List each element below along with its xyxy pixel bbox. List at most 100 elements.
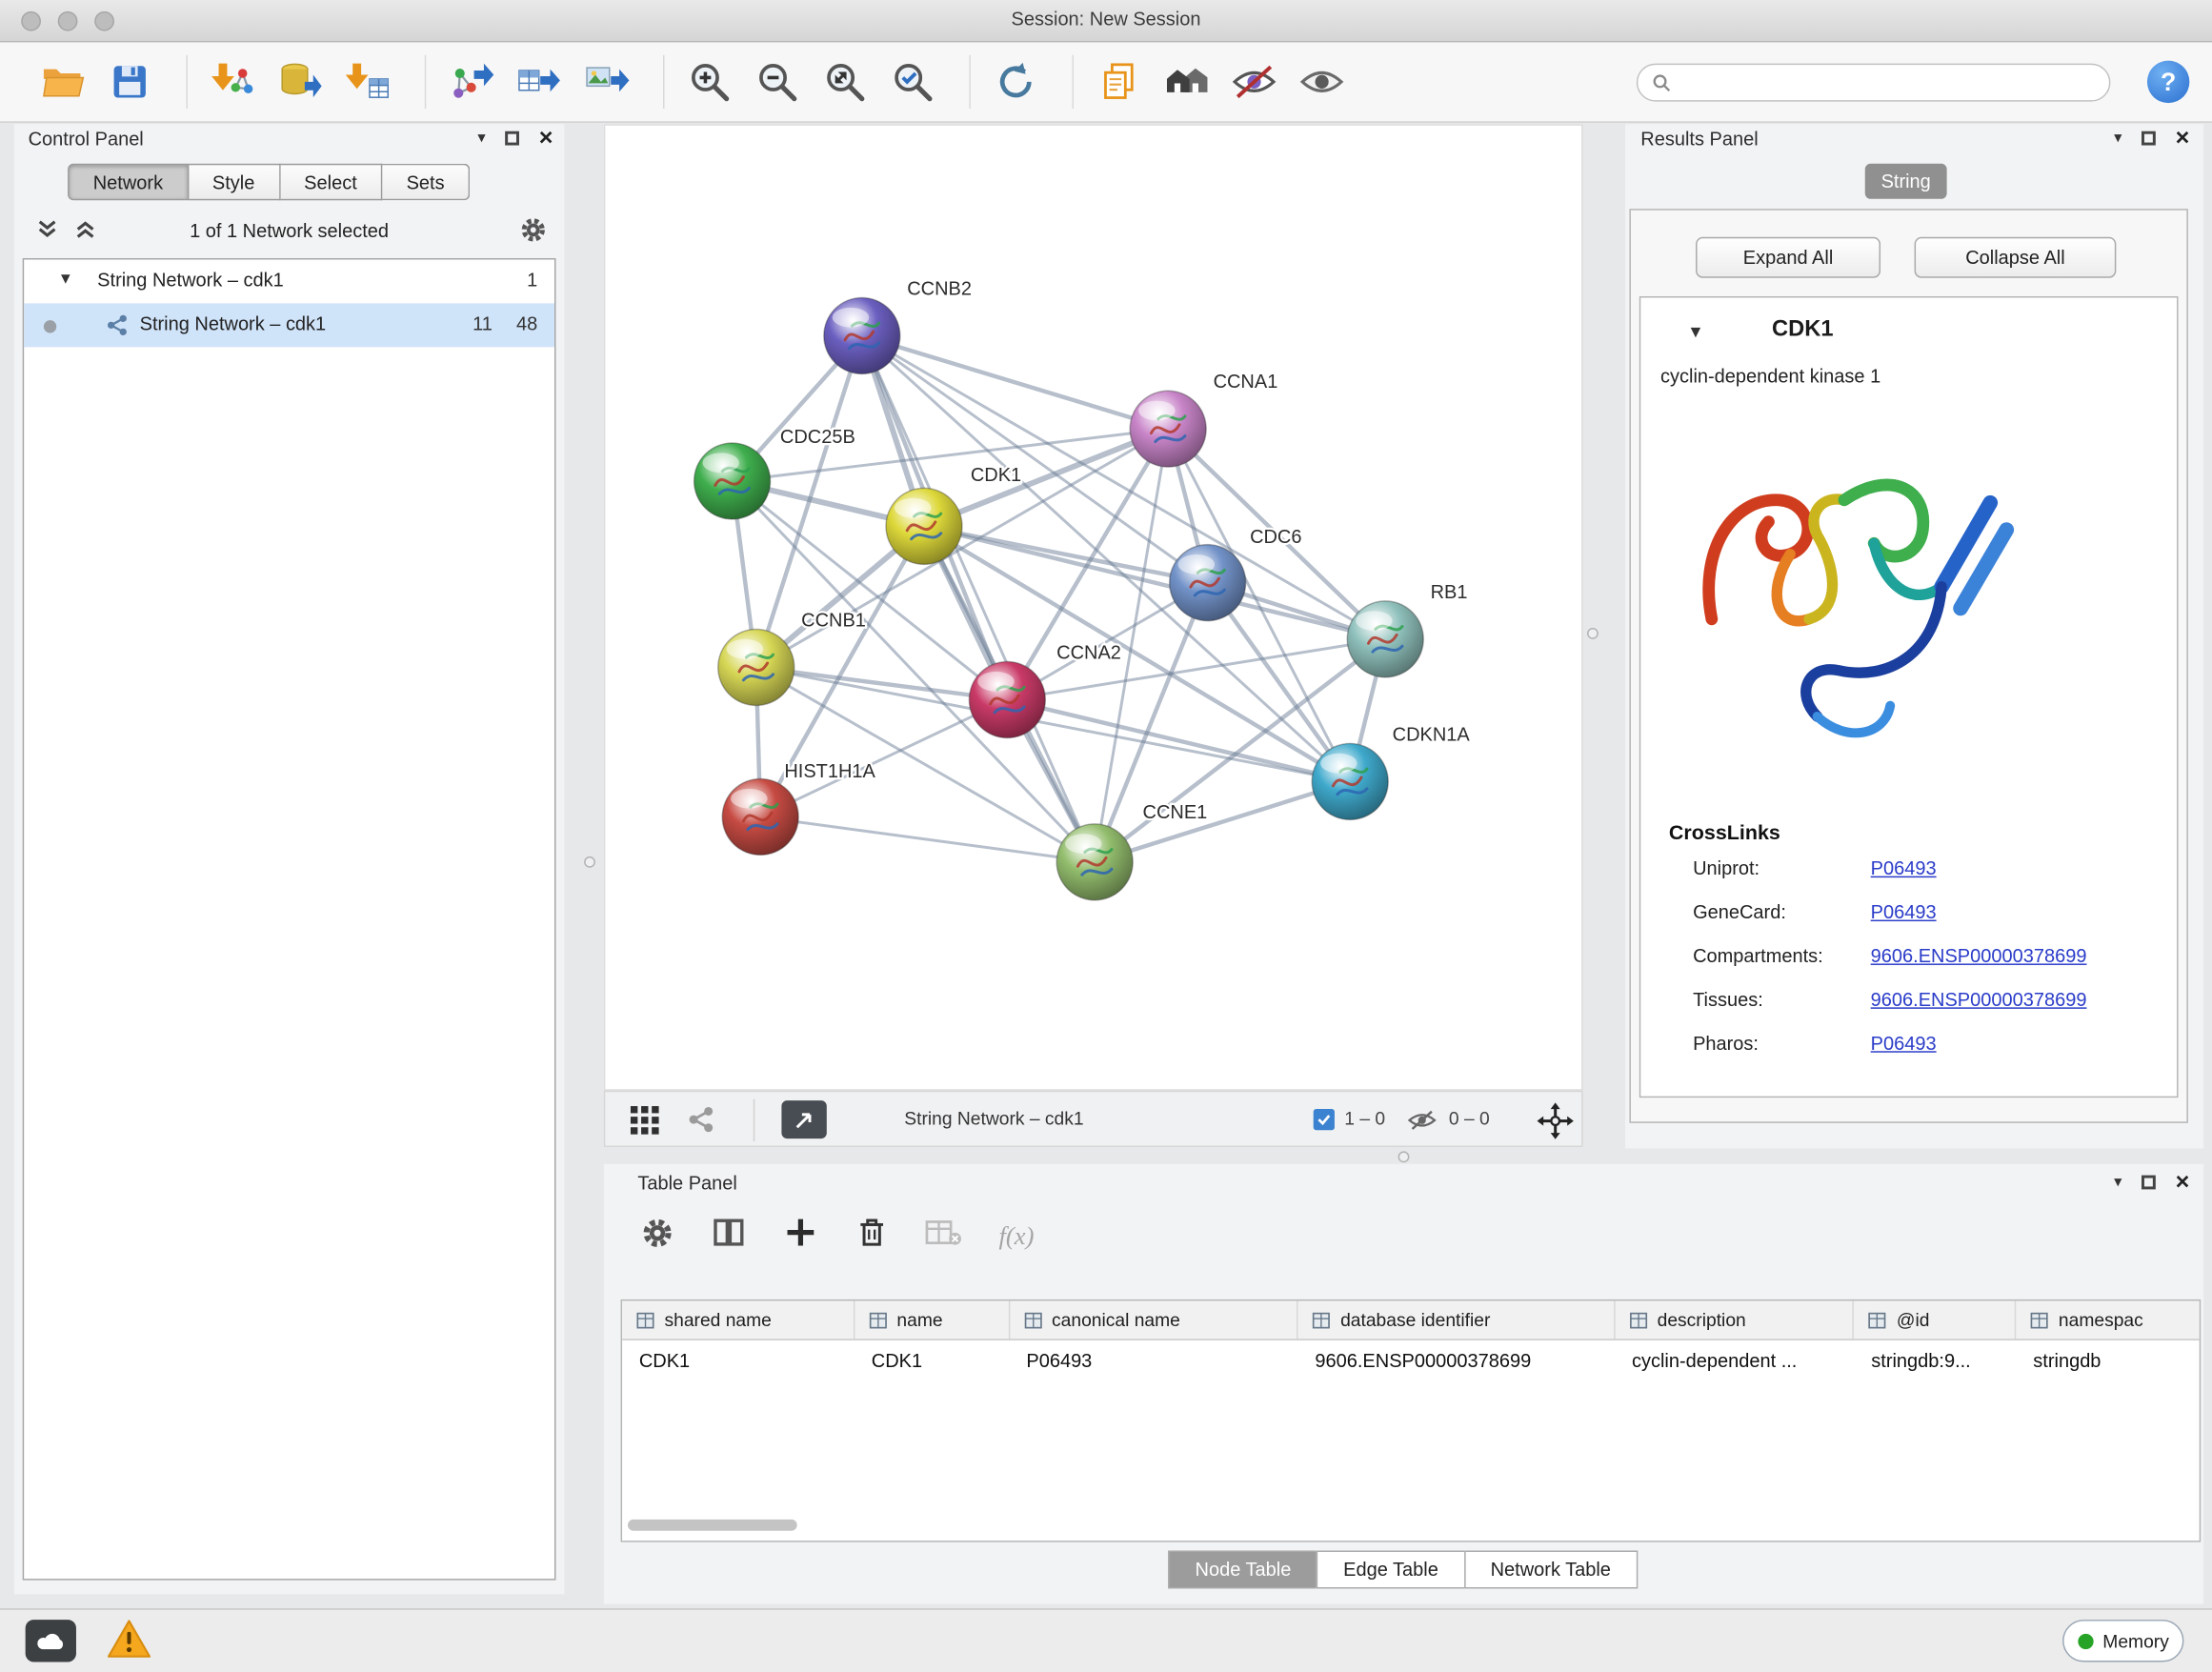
import-network-from-database-button[interactable] [275,52,326,111]
add-row-plus-icon[interactable] [783,1215,818,1257]
collapse-all-button[interactable]: Collapse All [1915,237,2117,278]
panel-menu-icon[interactable]: ▾ [477,131,485,146]
import-network-from-file-button[interactable] [208,52,258,111]
expand-all-button[interactable]: Expand All [1696,237,1880,278]
birdseye-view-button[interactable] [781,1100,826,1138]
column-header[interactable]: description [1615,1300,1854,1339]
apply-preferred-layout-button[interactable] [991,52,1041,111]
crosslink-label: GeneCard: [1693,901,1786,922]
control-panel-tabs: Network Style Select Sets [68,164,470,201]
hidden-elements-icon[interactable] [1405,1105,1439,1143]
tab-network[interactable]: Network [68,164,189,201]
table-cell: stringdb:9... [1855,1340,2017,1380]
export-network-button[interactable] [446,52,496,111]
table-panel-tabs: Node Table Edge Table Network Table [604,1551,2203,1589]
zoom-in-button[interactable] [684,52,734,111]
horizontal-scrollbar-thumb[interactable] [628,1520,797,1531]
panel-menu-icon[interactable]: ▾ [2114,131,2122,146]
crosslink-link[interactable]: 9606.ENSP00000378699 [1871,989,2087,1010]
network-selection-status: 1 of 1 Network selected [14,220,565,241]
tab-string-label: String [1881,171,1931,191]
selected-nodes-checkbox[interactable] [1314,1109,1335,1130]
tab-edge-table[interactable]: Edge Table [1317,1551,1465,1589]
panel-close-icon[interactable]: × [2176,130,2190,147]
right-splitter-handle[interactable] [1587,628,1599,639]
pan-crosshair-icon[interactable] [1537,1102,1575,1147]
gene-disclosure-triangle-icon[interactable]: ▼ [1687,322,1704,342]
disclosure-triangle-icon[interactable]: ▼ [58,271,73,288]
bottom-splitter-handle[interactable] [1398,1151,1410,1162]
panel-close-icon[interactable]: × [2176,1174,2190,1191]
table-toolbar: f(x) [640,1215,1034,1257]
memory-button[interactable]: Memory [2062,1620,2183,1662]
export-table-button[interactable] [513,52,564,111]
column-header[interactable]: canonical name [1010,1300,1298,1339]
tab-edge-table-label: Edge Table [1343,1559,1438,1580]
network-collection-row[interactable]: ▼ String Network – cdk1 1 [24,259,554,303]
crosslink-link[interactable]: P06493 [1871,1033,1937,1054]
column-header[interactable]: shared name [622,1300,855,1339]
column-header-label: name [896,1309,942,1330]
panel-menu-icon[interactable]: ▾ [2114,1175,2122,1190]
tab-sets[interactable]: Sets [382,164,470,201]
cloud-button[interactable] [26,1620,76,1662]
tab-network-table[interactable]: Network Table [1463,1551,1638,1589]
warning-icon[interactable] [108,1619,151,1666]
grid-view-icon[interactable] [629,1105,660,1137]
search-input[interactable] [1672,72,2095,93]
svg-text:CCNB2: CCNB2 [907,279,972,300]
zoom-out-button[interactable] [752,52,802,111]
crosslink-link[interactable]: 9606.ENSP00000378699 [1871,945,2087,966]
column-header-label: namespac [2059,1309,2143,1330]
left-splitter-handle[interactable] [584,856,595,868]
network-view-canvas[interactable]: CCNB2CCNA1CDC25BCDK1CDC6RB1CCNB1CCNA2CDK… [604,124,1583,1090]
delete-trash-icon[interactable] [855,1216,889,1257]
crosslink-link[interactable]: P06493 [1871,901,1937,922]
tab-node-table-label: Node Table [1196,1559,1292,1580]
panel-float-icon[interactable] [505,131,519,146]
panel-close-icon[interactable]: × [539,130,553,147]
table-panel: Table Panel ▾ × f(x) [604,1164,2203,1604]
table-header-row: shared name name canonical name database… [622,1300,2200,1340]
show-graphics-details-button[interactable] [1297,52,1347,111]
network-view-title: String Network – cdk1 [904,1108,1083,1129]
panel-float-icon[interactable] [2142,1176,2156,1190]
tab-style[interactable]: Style [189,164,280,201]
open-session-button[interactable] [37,52,88,111]
svg-text:CCNE1: CCNE1 [1143,802,1208,823]
column-header[interactable]: @id [1855,1300,2017,1339]
network-graph[interactable]: CCNB2CCNA1CDC25BCDK1CDC6RB1CCNB1CCNA2CDK… [605,126,1581,1089]
zoom-selected-button[interactable] [887,52,937,111]
node-table: shared name name canonical name database… [621,1299,2202,1542]
network-edge-count: 48 [516,313,537,334]
tab-node-table[interactable]: Node Table [1168,1551,1317,1589]
zoom-fit-button[interactable] [819,52,870,111]
tab-string[interactable]: String [1865,164,1947,199]
search-box[interactable] [1637,64,2111,102]
save-session-button[interactable] [105,52,155,111]
hide-graphics-details-button[interactable] [1229,52,1279,111]
network-row[interactable]: String Network – cdk1 11 48 [24,303,554,347]
column-header[interactable]: database identifier [1298,1300,1616,1339]
tab-select[interactable]: Select [280,164,382,201]
network-options-gear-icon[interactable] [519,216,548,252]
toolbar-separator [1072,55,1073,109]
duplicate-page-button[interactable] [1094,52,1144,111]
table-row[interactable]: CDK1 CDK1 P06493 9606.ENSP00000378699 cy… [622,1340,2200,1380]
table-settings-gear-icon[interactable] [640,1216,674,1257]
column-header[interactable]: name [855,1300,1010,1339]
column-header[interactable]: namespac [2017,1300,2200,1339]
home-button[interactable] [1161,52,1212,111]
title-bar: Session: New Session [0,0,2212,42]
help-button[interactable]: ? [2147,61,2189,103]
export-image-button[interactable] [581,52,632,111]
import-table-from-file-button[interactable] [343,52,393,111]
svg-text:CDK1: CDK1 [971,465,1021,486]
show-columns-icon[interactable] [711,1215,746,1257]
crosslink-link[interactable]: P06493 [1871,857,1937,878]
network-share-view-icon[interactable] [687,1105,716,1135]
gene-symbol: CDK1 [1772,317,1834,343]
external-arrow-icon [793,1108,815,1131]
import-network-from-database-icon [278,59,323,104]
panel-float-icon[interactable] [2142,131,2156,146]
